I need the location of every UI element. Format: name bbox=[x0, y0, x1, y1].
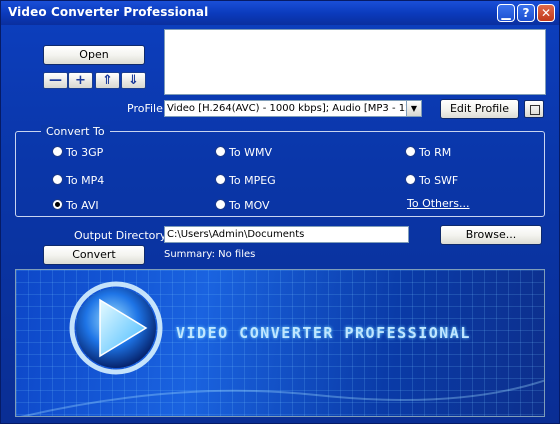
profile-value: Video [H.264(AVC) - 1000 kbps]; Audio [M… bbox=[167, 103, 422, 114]
radio-circle-icon[interactable] bbox=[215, 146, 226, 157]
open-button[interactable]: Open bbox=[43, 45, 145, 65]
play-icon bbox=[69, 281, 163, 375]
close-icon: ✕ bbox=[540, 6, 552, 20]
radio-to-avi[interactable]: To AVI bbox=[52, 199, 99, 212]
add-file-button[interactable]: + bbox=[68, 72, 93, 89]
banner-title: VIDEO CONVERTER PROFESSIONAL bbox=[176, 324, 471, 342]
radio-label: To MPEG bbox=[229, 174, 276, 187]
file-list-box[interactable] bbox=[164, 29, 546, 95]
minimize-icon: ▁ bbox=[501, 6, 511, 20]
radio-label: To RM bbox=[419, 146, 452, 159]
remove-file-button[interactable]: — bbox=[43, 72, 68, 89]
radio-circle-checked-icon[interactable] bbox=[52, 199, 63, 210]
browse-button[interactable]: Browse... bbox=[440, 225, 542, 245]
radio-to-swf[interactable]: To SWF bbox=[405, 174, 458, 187]
radio-label: To WMV bbox=[229, 146, 272, 159]
radio-label: To 3GP bbox=[66, 146, 104, 159]
banner-art bbox=[20, 281, 544, 416]
radio-circle-icon[interactable] bbox=[405, 146, 416, 157]
convert-to-legend: Convert To bbox=[41, 125, 110, 138]
radio-circle-icon[interactable] bbox=[215, 174, 226, 185]
to-others-link[interactable]: To Others... bbox=[407, 197, 470, 210]
product-banner: VIDEO CONVERTER PROFESSIONAL bbox=[15, 269, 545, 417]
app-window: Video Converter Professional ▁ ? ✕ Open … bbox=[0, 0, 560, 424]
profile-window-icon[interactable] bbox=[524, 100, 544, 118]
minus-icon: — bbox=[49, 73, 62, 88]
profile-select[interactable]: Video [H.264(AVC) - 1000 kbps]; Audio [M… bbox=[164, 100, 422, 117]
radio-to-3gp[interactable]: To 3GP bbox=[52, 146, 103, 159]
plus-icon: + bbox=[75, 73, 86, 88]
radio-to-wmv[interactable]: To WMV bbox=[215, 146, 272, 159]
radio-circle-icon[interactable] bbox=[405, 174, 416, 185]
help-button[interactable]: ? bbox=[517, 4, 535, 22]
radio-to-mpeg[interactable]: To MPEG bbox=[215, 174, 276, 187]
arrow-up-icon: ⇑ bbox=[102, 73, 113, 88]
radio-circle-icon[interactable] bbox=[52, 146, 63, 157]
move-up-button[interactable]: ⇑ bbox=[95, 72, 120, 89]
radio-label: To MP4 bbox=[66, 174, 105, 187]
title-bar[interactable]: Video Converter Professional ▁ ? ✕ bbox=[1, 1, 559, 25]
arrow-down-icon: ⇓ bbox=[128, 73, 139, 88]
radio-to-mov[interactable]: To MOV bbox=[215, 199, 270, 212]
summary-text: Summary: No files bbox=[164, 249, 256, 260]
profile-label: ProFile: bbox=[127, 102, 167, 115]
move-down-button[interactable]: ⇓ bbox=[121, 72, 146, 89]
radio-to-rm[interactable]: To RM bbox=[405, 146, 451, 159]
minimize-button[interactable]: ▁ bbox=[497, 4, 515, 22]
radio-label: To SWF bbox=[419, 174, 459, 187]
edit-profile-button[interactable]: Edit Profile bbox=[440, 99, 519, 119]
dropdown-arrow-icon[interactable]: ▼ bbox=[406, 101, 421, 116]
radio-label: To MOV bbox=[229, 199, 270, 212]
window-title: Video Converter Professional bbox=[8, 5, 209, 19]
help-icon: ? bbox=[522, 6, 530, 20]
close-button[interactable]: ✕ bbox=[537, 4, 555, 22]
radio-to-mp4[interactable]: To MP4 bbox=[52, 174, 104, 187]
radio-circle-icon[interactable] bbox=[52, 174, 63, 185]
radio-circle-icon[interactable] bbox=[215, 199, 226, 210]
convert-button[interactable]: Convert bbox=[43, 245, 145, 265]
output-directory-label: Output Directory: bbox=[74, 229, 170, 242]
radio-label: To AVI bbox=[66, 199, 99, 212]
output-directory-input[interactable]: C:\Users\Admin\Documents bbox=[164, 226, 409, 243]
